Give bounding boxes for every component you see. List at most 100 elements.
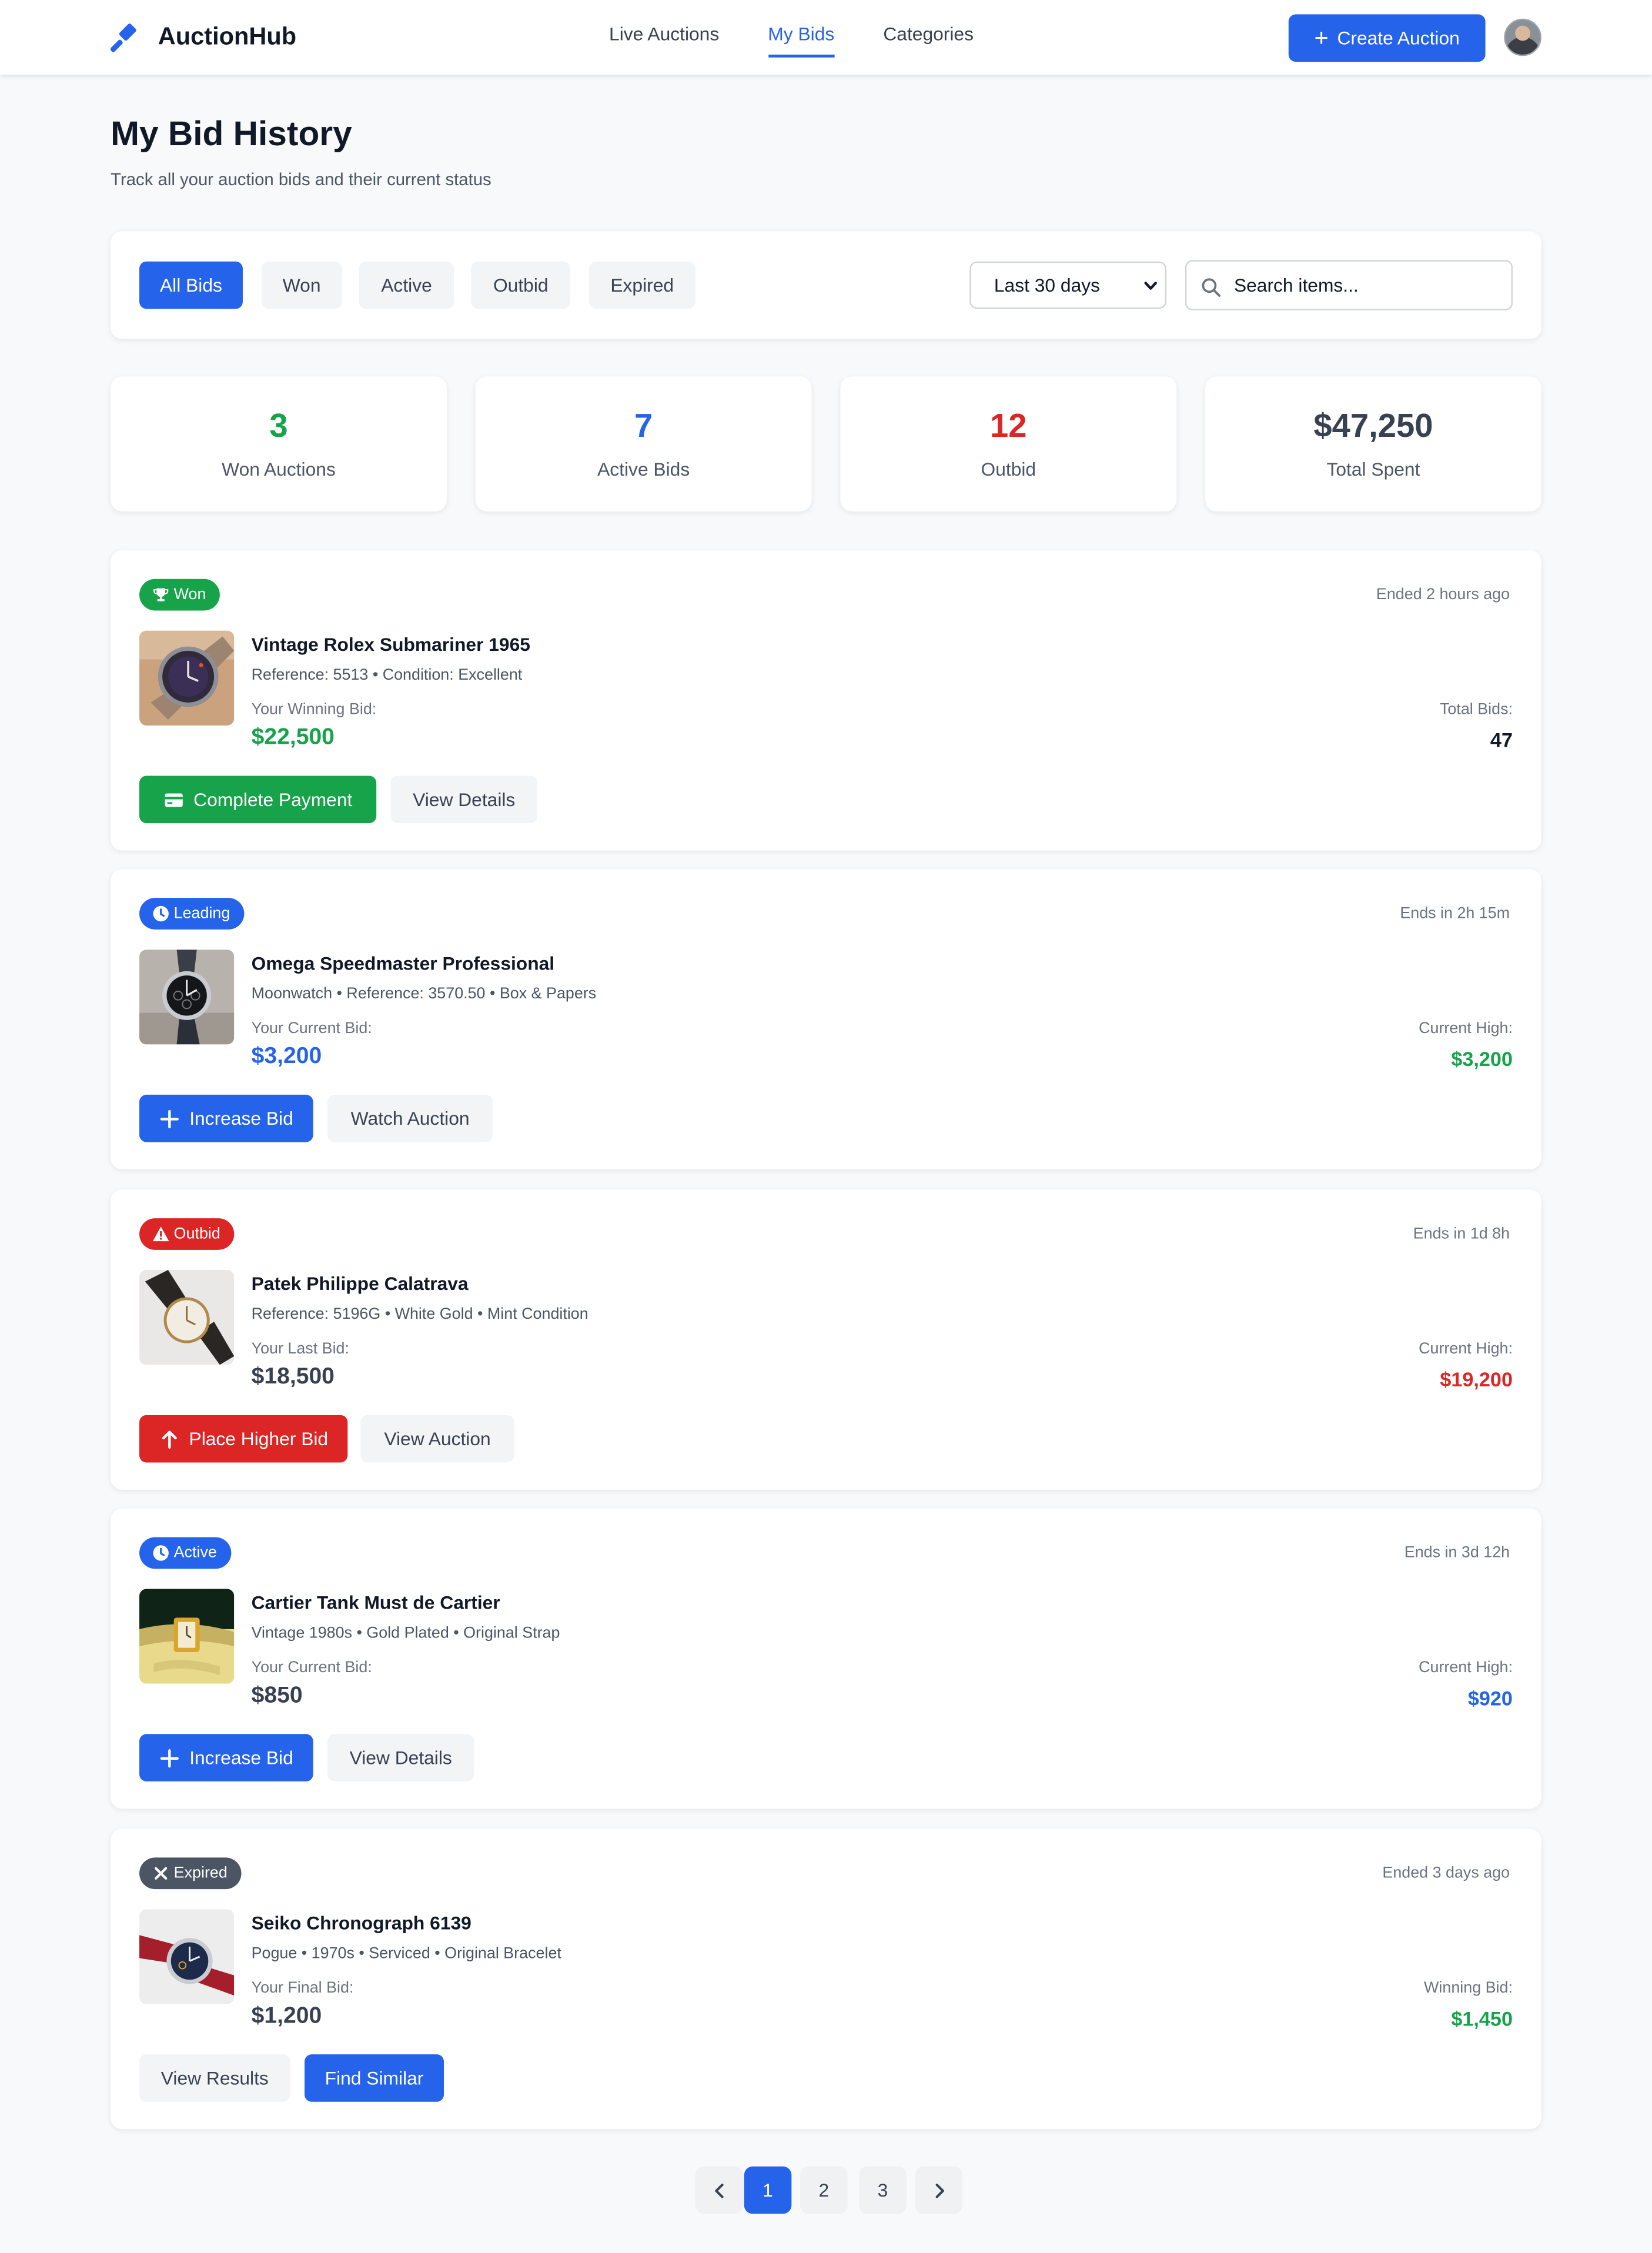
stat-value: 12 bbox=[990, 406, 1027, 444]
summary-label: Current High: bbox=[1419, 1019, 1513, 1038]
bid-card: Active Ends in 3d 12h Cartier Tank Must … bbox=[111, 1508, 1541, 1809]
increase-bid-button[interactable]: Increase Bid bbox=[139, 1734, 313, 1781]
watch-image bbox=[139, 950, 235, 1045]
stat-label: Total Spent bbox=[1326, 458, 1420, 480]
stat-label: Won Auctions bbox=[222, 458, 336, 480]
warning-icon bbox=[152, 1226, 169, 1242]
summary-value: 47 bbox=[1490, 728, 1513, 751]
summary-value: $3,200 bbox=[1451, 1047, 1513, 1071]
nav-live-auctions[interactable]: Live Auctions bbox=[609, 23, 719, 58]
bid-card: Outbid Ends in 1d 8h Patek Philippe Cala… bbox=[111, 1189, 1541, 1490]
view-details-button[interactable]: View Details bbox=[327, 1734, 474, 1781]
nav-my-bids[interactable]: My Bids bbox=[768, 23, 835, 58]
watch-image bbox=[139, 630, 235, 726]
filter-chip-won[interactable]: Won bbox=[261, 261, 342, 309]
pagination-prev-button[interactable] bbox=[695, 2166, 743, 2214]
place-higher-bid-button[interactable]: Place Higher Bid bbox=[139, 1415, 348, 1463]
button-label: Increase Bid bbox=[189, 1107, 293, 1129]
watch-image bbox=[139, 1270, 235, 1365]
date-range-value: Last 30 days bbox=[994, 274, 1101, 296]
item-title[interactable]: Omega Speedmaster Professional bbox=[252, 952, 555, 974]
item-meta: Pogue • 1970s • Serviced • Original Brac… bbox=[251, 1945, 561, 1963]
your-bid-label: Your Current Bid: bbox=[251, 1659, 372, 1677]
item-thumbnail[interactable] bbox=[139, 1270, 235, 1365]
status-badge-label: Leading bbox=[173, 905, 230, 922]
stat-total-spent: $47,250 Total Spent bbox=[1205, 376, 1541, 512]
button-label: View Details bbox=[413, 788, 516, 811]
your-bid-amount: $1,200 bbox=[251, 2004, 322, 2029]
item-meta: Moonwatch • Reference: 3570.50 • Box & P… bbox=[251, 985, 597, 1003]
pagination-page-3[interactable]: 3 bbox=[859, 2166, 907, 2214]
increase-bid-button[interactable]: Increase Bid bbox=[139, 1094, 313, 1142]
pagination-next-button[interactable] bbox=[915, 2166, 963, 2214]
item-thumbnail[interactable] bbox=[139, 1909, 235, 2004]
complete-payment-button[interactable]: Complete Payment bbox=[139, 775, 377, 824]
summary-value: $920 bbox=[1467, 1686, 1513, 1710]
filter-chip-expired[interactable]: Expired bbox=[588, 261, 695, 309]
bid-card: Won Ended 2 hours ago Vintage Rolex Subm… bbox=[111, 550, 1541, 851]
time-note: Ends in 1d 8h bbox=[1413, 1225, 1510, 1243]
bid-card: Expired Ended 3 days ago Seiko Chronogra… bbox=[111, 1829, 1541, 2130]
create-auction-label: Create Auction bbox=[1337, 27, 1460, 49]
item-meta: Vintage 1980s • Gold Plated • Original S… bbox=[251, 1624, 560, 1642]
brand[interactable]: AuctionHub bbox=[111, 22, 296, 54]
summary-label: Total Bids: bbox=[1439, 701, 1513, 718]
time-note: Ends in 2h 15m bbox=[1400, 905, 1510, 922]
stat-outbid: 12 Outbid bbox=[840, 376, 1177, 512]
item-title[interactable]: Seiko Chronograph 6139 bbox=[252, 1912, 471, 1934]
filter-chip-active[interactable]: Active bbox=[359, 261, 454, 309]
plus-icon: + bbox=[1314, 24, 1329, 52]
time-note: Ends in 3d 12h bbox=[1404, 1544, 1510, 1562]
nav-categories[interactable]: Categories bbox=[883, 23, 974, 58]
create-auction-button[interactable]: + Create Auction bbox=[1288, 14, 1486, 62]
arrow-up-icon bbox=[161, 1430, 176, 1448]
stat-value: $47,250 bbox=[1313, 406, 1433, 444]
chevron-left-icon bbox=[714, 2182, 723, 2198]
filter-chip-outbid[interactable]: Outbid bbox=[471, 261, 571, 309]
plus-icon bbox=[160, 1109, 179, 1128]
filter-chip-all-bids[interactable]: All Bids bbox=[139, 261, 243, 309]
button-label: Complete Payment bbox=[193, 788, 353, 811]
summary-value: $19,200 bbox=[1440, 1368, 1513, 1391]
status-badge-label: Outbid bbox=[173, 1225, 220, 1243]
credit-card-icon bbox=[164, 793, 183, 807]
item-title[interactable]: Cartier Tank Must de Cartier bbox=[252, 1592, 500, 1613]
your-bid-amount: $22,500 bbox=[251, 725, 335, 750]
status-badge-label: Expired bbox=[173, 1864, 228, 1882]
item-thumbnail[interactable] bbox=[139, 1589, 235, 1684]
status-badge-label: Won bbox=[173, 586, 206, 604]
plus-icon bbox=[160, 1748, 179, 1767]
filter-bar: All Bids Won Active Outbid Expired Last … bbox=[111, 231, 1541, 339]
summary-value: $1,450 bbox=[1451, 2007, 1513, 2030]
item-title[interactable]: Patek Philippe Calatrava bbox=[252, 1273, 469, 1295]
view-auction-button[interactable]: View Auction bbox=[360, 1415, 514, 1463]
item-title[interactable]: Vintage Rolex Submariner 1965 bbox=[252, 634, 530, 656]
your-bid-amount: $18,500 bbox=[251, 1365, 335, 1389]
gavel-icon bbox=[111, 24, 136, 52]
view-details-button[interactable]: View Details bbox=[390, 775, 537, 824]
summary-label: Current High: bbox=[1419, 1659, 1513, 1677]
button-label: Watch Auction bbox=[350, 1107, 470, 1129]
watch-auction-button[interactable]: Watch Auction bbox=[327, 1094, 493, 1142]
view-results-button[interactable]: View Results bbox=[139, 2054, 290, 2102]
page-title: My Bid History bbox=[111, 115, 352, 154]
status-badge: Active bbox=[139, 1537, 232, 1569]
your-bid-amount: $3,200 bbox=[251, 1044, 322, 1069]
chevron-down-icon bbox=[1144, 282, 1157, 290]
watch-image bbox=[139, 1909, 235, 2004]
page-subtitle: Track all your auction bids and their cu… bbox=[111, 169, 491, 190]
button-label: View Auction bbox=[384, 1428, 491, 1450]
page: AuctionHub Live Auctions My Bids Categor… bbox=[0, 0, 1652, 2252]
button-label: View Details bbox=[349, 1747, 452, 1769]
bid-card: Leading Ends in 2h 15m Omega Speedmaster… bbox=[111, 869, 1541, 1169]
item-thumbnail[interactable] bbox=[139, 950, 235, 1045]
find-similar-button[interactable]: Find Similar bbox=[305, 2054, 444, 2102]
item-thumbnail[interactable] bbox=[139, 630, 235, 726]
pagination-page-2[interactable]: 2 bbox=[800, 2166, 848, 2214]
date-range-select[interactable]: Last 30 days bbox=[969, 261, 1167, 309]
button-label: Increase Bid bbox=[189, 1747, 293, 1769]
user-avatar[interactable] bbox=[1504, 18, 1541, 56]
pagination-page-1[interactable]: 1 bbox=[744, 2166, 792, 2214]
button-label: Find Similar bbox=[325, 2067, 424, 2089]
search-input[interactable] bbox=[1233, 261, 1504, 309]
